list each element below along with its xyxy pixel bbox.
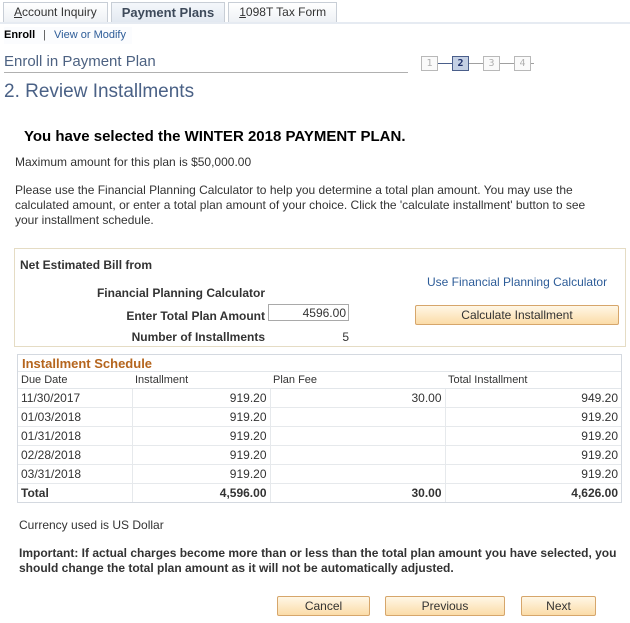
- fpc-label: Financial Planning Calculator: [96, 286, 265, 300]
- total-plan-fee-sum: 30.00: [270, 483, 446, 502]
- step-1: 1: [421, 55, 438, 71]
- sub-navigation: Enroll | View or Modify: [4, 27, 132, 44]
- col-plan-fee: Plan Fee: [270, 372, 445, 389]
- tab-1098t-tax-form[interactable]: 1098T Tax Form: [228, 2, 338, 22]
- schedule-table: Due Date Installment Plan Fee Total Inst…: [18, 372, 621, 502]
- tab-bar: Account Inquiry Payment Plans 1098T Tax …: [3, 2, 340, 22]
- plan-fee-cell: [270, 464, 446, 484]
- step-connector: [438, 62, 452, 64]
- due-date-cell: 02/28/2018: [18, 445, 133, 465]
- tab-payment-plans[interactable]: Payment Plans: [110, 2, 226, 22]
- total-installment-cell: 949.20: [445, 388, 621, 408]
- instructions-text: Please use the Financial Planning Calcul…: [15, 183, 586, 227]
- table-row: 03/31/2018 919.20 919.20: [18, 464, 621, 484]
- total-plan-amount-label: Enter Total Plan Amount: [126, 309, 265, 323]
- total-installment-cell: 919.20: [445, 445, 621, 465]
- subnav-separator: |: [43, 29, 47, 41]
- installment-cell: 919.20: [132, 407, 271, 427]
- plan-fee-cell: [270, 407, 446, 427]
- table-row: 01/31/2018 919.20 919.20: [18, 426, 621, 446]
- grand-total: 4,626.00: [571, 485, 618, 500]
- header-divider: [4, 72, 408, 73]
- subnav-enroll: Enroll: [4, 29, 36, 41]
- step-indicator: 1 2 3 4: [421, 55, 534, 71]
- total-installment-sum: 4,596.00: [132, 483, 271, 502]
- total-label-cell: Total: [18, 483, 133, 502]
- col-due-date: Due Date: [18, 372, 132, 389]
- installment-cell: 919.20: [132, 445, 271, 465]
- table-header-row: Due Date Installment Plan Fee Total Inst…: [18, 372, 621, 389]
- calculator-panel: Net Estimated Bill from Financial Planni…: [14, 248, 626, 347]
- table-row: 01/03/2018 919.20 919.20: [18, 407, 621, 427]
- total-plan-amount-input[interactable]: [268, 304, 349, 321]
- number-of-installments-label: Number of Installments: [131, 330, 265, 344]
- installment-schedule: Installment Schedule Due Date Installmen…: [17, 354, 622, 503]
- total-installment-cell: 919.20: [445, 407, 621, 427]
- selected-plan-heading: You have selected the WINTER 2018 PAYMEN…: [24, 128, 406, 145]
- total-installment-cell: 919.20: [445, 426, 621, 446]
- due-date-cell: 01/03/2018: [18, 407, 133, 427]
- step-connector: [469, 62, 483, 64]
- previous-button[interactable]: Previous: [385, 596, 505, 616]
- currency-note: Currency used is US Dollar: [19, 518, 164, 532]
- step-connector: [531, 62, 534, 64]
- plan-fee-cell: [270, 445, 446, 465]
- table-row: 02/28/2018 919.20 919.20: [18, 445, 621, 465]
- tab-account-inquiry[interactable]: Account Inquiry: [3, 2, 108, 22]
- total-installment-cell: 919.20: [445, 464, 621, 484]
- installment-cell: 919.20: [132, 426, 271, 446]
- due-date-cell: 03/31/2018: [18, 464, 133, 484]
- step-2-current: 2: [452, 55, 469, 71]
- next-button[interactable]: Next: [521, 596, 596, 616]
- col-installment: Installment: [132, 372, 270, 389]
- net-estimated-bill-label: Net Estimated Bill from: [20, 258, 153, 272]
- page-subtitle: Enroll in Payment Plan: [4, 53, 156, 70]
- subnav-view-or-modify-link[interactable]: View or Modify: [54, 29, 126, 41]
- step-3: 3: [483, 55, 500, 71]
- important-note: Important: If actual charges become more…: [19, 546, 617, 575]
- installment-cell: 919.20: [132, 388, 271, 408]
- total-row: Total 4,596.00 30.00 4,626.00: [18, 483, 621, 502]
- due-date-cell: 01/31/2018: [18, 426, 133, 446]
- cancel-button[interactable]: Cancel: [277, 596, 370, 616]
- col-total-installment: Total Installment: [445, 372, 621, 389]
- max-amount-text: Maximum amount for this plan is $50,000.…: [15, 155, 252, 169]
- schedule-title: Installment Schedule: [18, 355, 621, 372]
- step-connector: [500, 62, 514, 64]
- calculate-installment-button[interactable]: Calculate Installment: [415, 305, 619, 325]
- installment-cell: 919.20: [132, 464, 271, 484]
- number-of-installments-value: 5: [342, 330, 349, 344]
- plan-fee-cell: [270, 426, 446, 446]
- plan-fee-cell: 30.00: [270, 388, 446, 408]
- due-date-cell: 11/30/2017: [18, 388, 133, 408]
- step-4: 4: [514, 55, 531, 71]
- page-title: 2. Review Installments: [4, 81, 195, 102]
- tab-underline: [0, 22, 630, 24]
- table-row: 11/30/2017 919.20 30.00 949.20: [18, 388, 621, 408]
- use-fpc-link[interactable]: Use Financial Planning Calculator: [427, 275, 607, 289]
